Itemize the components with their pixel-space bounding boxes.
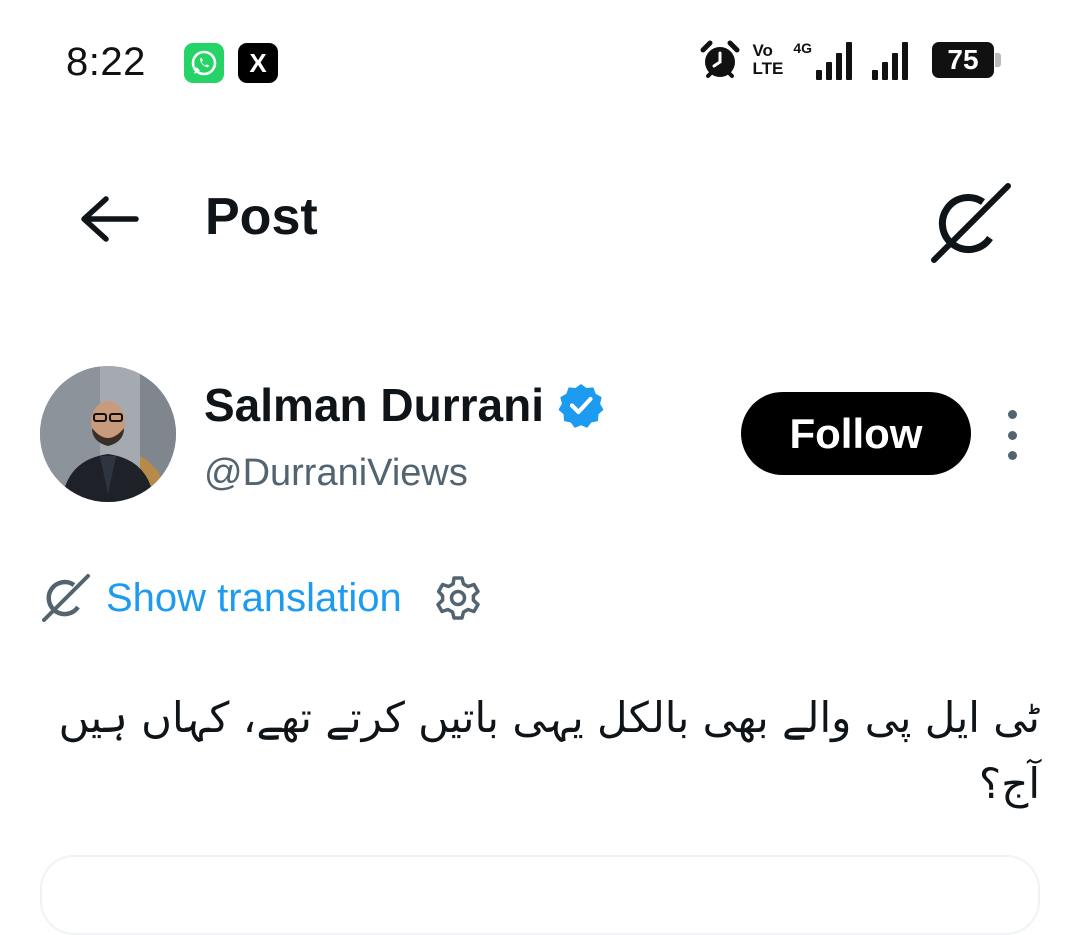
- avatar[interactable]: [40, 366, 176, 502]
- grok-icon: [42, 574, 90, 622]
- volte-indicator: Vo LTE: [752, 42, 783, 78]
- gear-icon[interactable]: [434, 574, 482, 622]
- status-indicators: Vo LTE 4G 75: [698, 38, 1002, 82]
- top-app-bar: Post: [0, 165, 1080, 275]
- signal-icon-sim1: [816, 40, 852, 80]
- volte-top-text: Vo: [752, 41, 773, 60]
- grok-icon[interactable]: [928, 180, 1014, 266]
- verified-badge-icon: [558, 384, 604, 428]
- author-handle[interactable]: @DurraniViews: [204, 452, 468, 495]
- post-media-card[interactable]: [40, 855, 1040, 935]
- page-title: Post: [205, 188, 318, 246]
- status-time: 8:22: [66, 40, 146, 84]
- signal-icon-sim2: [872, 40, 908, 80]
- follow-button[interactable]: Follow: [741, 392, 971, 475]
- translation-row: Show translation: [40, 568, 482, 628]
- show-translation-link[interactable]: Show translation: [106, 576, 402, 621]
- author-name[interactable]: Salman Durrani: [204, 378, 544, 432]
- status-bar: 8:22 X Vo LTE 4G 75: [0, 0, 1080, 125]
- post-text: ٹی ایل پی والے بھی بالکل یہی باتیں کرتے …: [58, 693, 1040, 808]
- x-icon: X: [238, 43, 278, 83]
- arrow-left-icon[interactable]: [78, 193, 140, 245]
- network-type: 4G: [793, 40, 812, 56]
- whatsapp-icon: [184, 43, 224, 83]
- battery-level: 75: [932, 42, 994, 78]
- post-author: Salman Durrani @DurraniViews Follow: [0, 362, 1080, 512]
- more-options-icon[interactable]: [998, 410, 1026, 460]
- battery-icon: 75: [932, 42, 1002, 78]
- alarm-icon: [700, 40, 740, 78]
- volte-bottom-text: LTE: [752, 59, 784, 78]
